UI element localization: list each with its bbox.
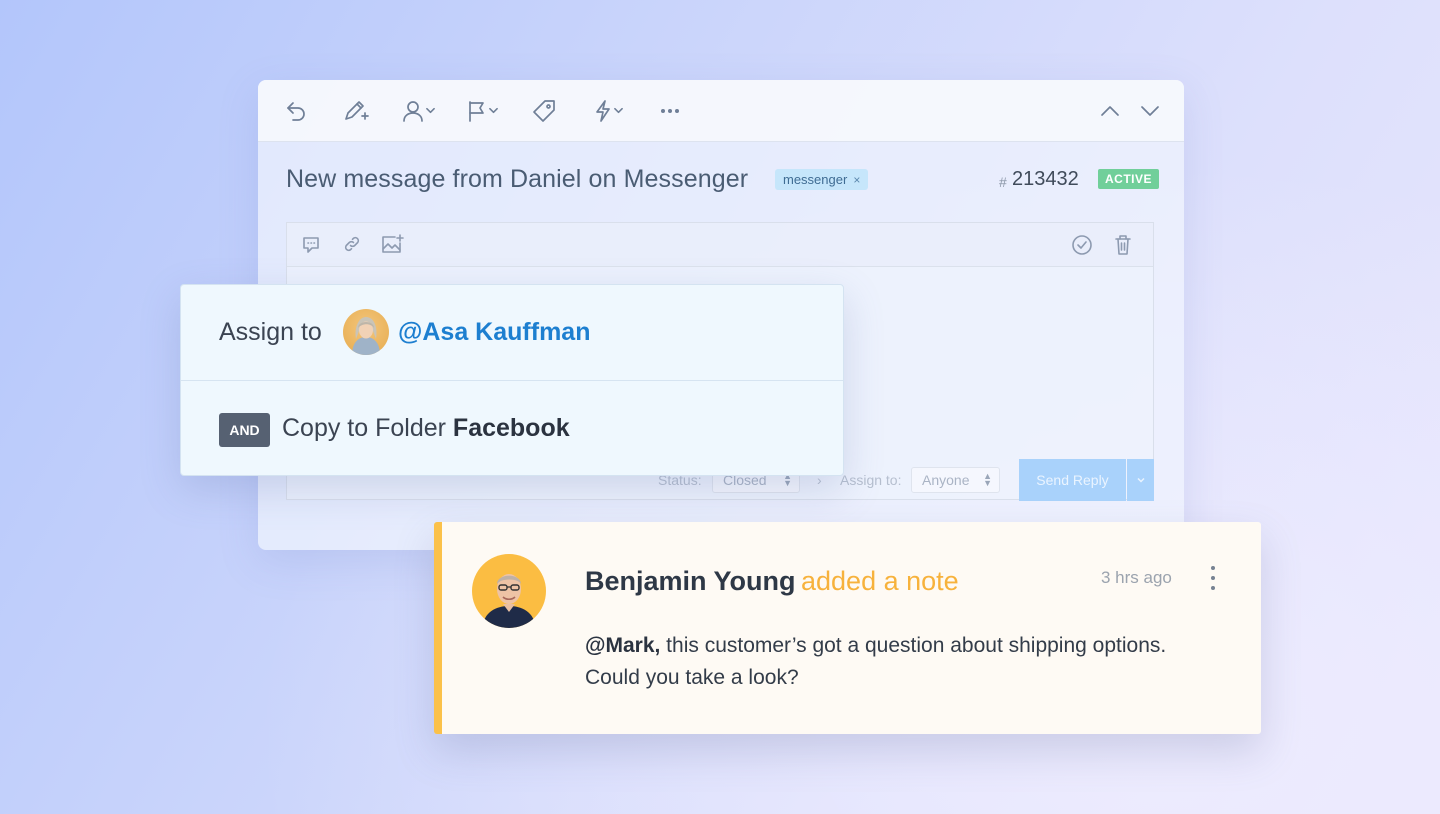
chevron-down-icon xyxy=(1136,477,1145,483)
previous-icon[interactable] xyxy=(1098,98,1122,124)
note-text: this customer’s got a question about shi… xyxy=(585,634,1167,689)
check-circle-icon[interactable] xyxy=(1071,234,1093,261)
mention[interactable]: @Mark, xyxy=(585,634,660,657)
more-icon[interactable] xyxy=(658,98,682,124)
chevron-down-icon xyxy=(426,102,435,120)
workflow-bolt-icon[interactable] xyxy=(594,98,623,124)
flag-icon[interactable] xyxy=(467,98,498,124)
assign-user-icon[interactable] xyxy=(402,98,435,124)
note-body: @Mark, this customer’s got a question ab… xyxy=(585,630,1215,694)
copy-label: Copy to Folder xyxy=(282,414,446,442)
assign-to-label: Assign to: xyxy=(840,472,902,488)
select-arrows-icon: ▲ ▼ xyxy=(983,471,992,488)
assign-value: Anyone xyxy=(922,472,970,488)
note-action: added a note xyxy=(801,566,959,596)
and-badge: AND xyxy=(219,413,270,447)
avatar xyxy=(343,309,389,355)
hash-icon: # xyxy=(999,174,1007,190)
edit-note-icon[interactable] xyxy=(342,98,370,124)
note-card: Benjamin Young added a note 3 hrs ago @M… xyxy=(434,522,1261,734)
assign-row: Assign to @Asa Kauffman xyxy=(181,285,843,381)
workflow-card: Assign to @Asa Kauffman AND Copy to Fold… xyxy=(180,284,844,476)
conversation-header: New message from Daniel on Messenger mes… xyxy=(286,164,1160,198)
tag-icon[interactable] xyxy=(532,98,556,124)
avatar xyxy=(472,554,546,628)
next-icon[interactable] xyxy=(1138,98,1162,124)
image-icon[interactable] xyxy=(381,234,405,259)
assign-select[interactable]: Anyone ▲ ▼ xyxy=(911,467,1000,493)
assignee-mention[interactable]: @Asa Kauffman xyxy=(398,318,590,347)
saved-reply-icon[interactable] xyxy=(301,234,321,259)
conversation-toolbar xyxy=(258,80,1184,142)
editor-toolbar xyxy=(287,223,1153,267)
chevron-down-icon xyxy=(489,102,498,120)
tag-chip[interactable]: messenger × xyxy=(775,169,869,190)
close-icon[interactable]: × xyxy=(853,173,860,187)
assign-label: Assign to xyxy=(219,318,322,346)
trash-icon[interactable] xyxy=(1113,234,1133,261)
status-badge[interactable]: ACTIVE xyxy=(1098,169,1160,189)
more-vertical-icon[interactable] xyxy=(1209,566,1217,590)
link-icon[interactable] xyxy=(342,234,362,259)
tag-label: messenger xyxy=(783,172,848,187)
conversation-number: 213432 xyxy=(1012,168,1079,190)
conversation-subject: New message from Daniel on Messenger xyxy=(286,165,749,193)
note-author[interactable]: Benjamin Young xyxy=(585,566,796,597)
note-timestamp: 3 hrs ago xyxy=(1101,568,1172,587)
chevron-down-icon xyxy=(614,102,623,120)
undo-icon[interactable] xyxy=(284,98,308,124)
send-reply-button[interactable]: Send Reply xyxy=(1019,459,1126,501)
copy-to-folder-action: Copy to Folder Facebook xyxy=(282,414,570,443)
folder-name[interactable]: Facebook xyxy=(453,414,570,442)
send-options-button[interactable] xyxy=(1127,459,1154,501)
